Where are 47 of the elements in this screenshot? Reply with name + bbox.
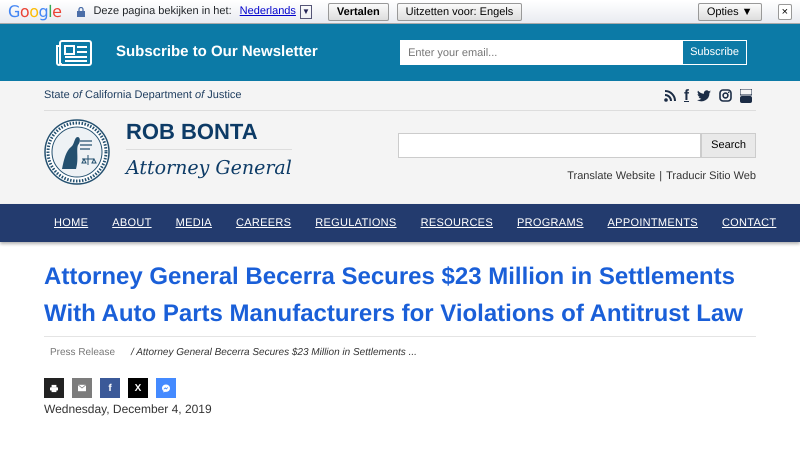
nav-link[interactable]: CAREERS [224,214,304,232]
messenger-button[interactable] [156,378,176,398]
subscribe-button[interactable]: Subscribe [682,40,747,65]
translate-link[interactable]: Traducir Sitio Web [666,168,756,184]
rss-icon[interactable] [664,90,676,102]
nav-link[interactable]: RESOURCES [408,214,505,232]
disable-button[interactable]: Uitzetten voor: Engels [396,2,522,20]
chat-bubble-icon [162,382,170,394]
facebook-link[interactable]: f [684,88,689,103]
breadcrumb-current: / Attorney General Becerra Secures $23 Million in Settlements ... [131,346,417,360]
language-link[interactable]: Nederlands [240,3,296,20]
nav-link[interactable]: HOME [44,214,100,232]
nav-link[interactable]: MEDIA [164,214,224,232]
facebook-share-button[interactable]: f [100,378,120,398]
translate-prompt: Deze pagina bekijken in het: [93,4,232,20]
translate-button[interactable]: Vertalen [328,2,389,20]
nav-link[interactable]: CONTACT [710,214,788,232]
newsletter-title: Subscribe to Our Newsletter [116,42,318,62]
google-logo: Google [8,0,62,22]
close-button[interactable]: × [778,4,792,20]
official-title: Attorney General [126,156,292,182]
nav-link[interactable]: REGULATIONS [303,214,409,232]
breadcrumb-link[interactable]: Press Release [50,345,116,360]
article-title: Attorney General Becerra Secures $23 Million in Settlements With Auto Parts Manufacturers for Violations of Antitrust Law [44,262,744,329]
translate-link[interactable]: Translate Website [567,168,656,184]
separator-text: | [659,169,662,184]
lock-icon [77,6,86,16]
instagram-icon[interactable] [719,89,732,102]
envelope-icon [78,384,86,392]
printer-icon [50,384,58,392]
official-name: ROB BONTA [126,121,292,150]
email-field[interactable]: Enter your email... [400,40,682,65]
search-button[interactable]: Search [701,133,756,158]
email-button[interactable] [72,378,92,398]
department-label: State of California Department of Justice [44,88,242,104]
bird-icon[interactable] [697,90,711,102]
x-share-button[interactable]: X [128,378,148,398]
nav-link[interactable]: ABOUT [100,214,164,232]
nav-link[interactable]: PROGRAMS [504,214,596,232]
search-field[interactable] [398,133,702,158]
seal-icon [44,119,110,185]
nav-link[interactable]: APPOINTMENTS [596,214,710,232]
print-button[interactable] [44,378,64,398]
newspaper-icon [55,40,92,66]
publish-date: Wednesday, December 4, 2019 [44,401,213,418]
dropdown-toggle-box[interactable]: ▼ [300,4,312,18]
options-button[interactable]: Opties ▼ [698,2,762,20]
